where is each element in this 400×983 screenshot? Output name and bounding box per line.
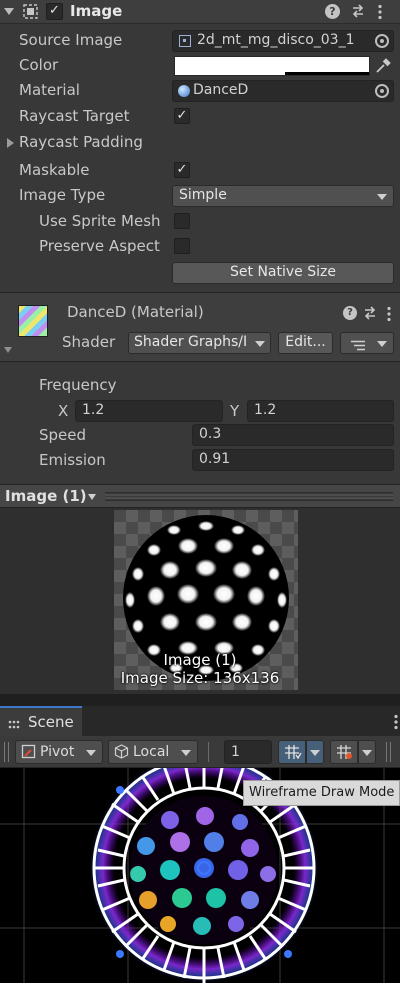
help-icon[interactable]: ?: [343, 306, 357, 320]
preview-drag-handle[interactable]: [105, 492, 393, 501]
shader-dropdown[interactable]: Shader Graphs/I: [128, 332, 271, 354]
local-label: Local: [133, 744, 170, 760]
toolbar-separator: [208, 742, 209, 762]
material-label: Material: [19, 81, 80, 99]
material-properties: Frequency X 1.2 Y 1.2 Speed 0.3 Emission…: [0, 362, 400, 484]
raycast-target-checkbox[interactable]: ✓: [174, 108, 190, 124]
maskable-checkbox[interactable]: ✓: [174, 162, 190, 178]
source-image-value: 2d_mt_mg_disco_03_1: [197, 32, 355, 48]
shader-value: Shader Graphs/I: [134, 334, 248, 350]
hamburger-icon: [8, 718, 20, 729]
maskable-label: Maskable: [19, 161, 90, 179]
chevron-down-icon: [255, 341, 265, 347]
kebab-menu-icon[interactable]: [387, 306, 391, 322]
chevron-down-icon: [86, 750, 96, 756]
image-type-label: Image Type: [19, 186, 106, 204]
preview-caption-size: Image Size: 136x136: [120, 669, 280, 687]
scene-tab-bar: Scene: [0, 706, 400, 736]
snap-increment-field[interactable]: 1: [224, 740, 272, 764]
increment-snap-toggle[interactable]: [330, 740, 358, 764]
chevron-down-icon: [362, 750, 372, 756]
chevron-down-icon: [310, 750, 320, 756]
pivot-icon: [21, 744, 36, 759]
color-label: Color: [19, 56, 59, 74]
chevron-down-icon[interactable]: [88, 494, 96, 500]
use-sprite-mesh-checkbox[interactable]: [174, 213, 190, 229]
panel-splitter[interactable]: [0, 694, 400, 706]
image-type-dropdown[interactable]: Simple: [172, 185, 394, 207]
kebab-menu-icon[interactable]: [378, 4, 382, 20]
grid-snap-icon: [284, 744, 302, 760]
foldout-arrow-icon[interactable]: [4, 8, 14, 15]
toolbar-grip: [4, 742, 9, 762]
edit-shader-button[interactable]: Edit...: [278, 332, 333, 354]
emission-field[interactable]: 0.91: [192, 449, 394, 471]
preview-title[interactable]: Image (1): [5, 487, 87, 505]
rect-transform-icon: [22, 3, 39, 20]
preview-caption-name: Image (1): [163, 651, 237, 669]
preview-header[interactable]: Image (1): [0, 484, 400, 508]
foldout-arrow-icon[interactable]: [4, 347, 12, 353]
shader-label: Shader: [62, 333, 116, 351]
set-native-size-button[interactable]: Set Native Size: [172, 262, 394, 284]
preset-icon[interactable]: [362, 305, 378, 321]
local-dropdown[interactable]: Local: [108, 740, 198, 764]
sprite-icon: [179, 35, 191, 47]
local-icon: [114, 744, 129, 759]
image-preview: Image (1) Image Size: 136x136: [0, 508, 400, 694]
scene-toolbar: Pivot Local 1: [0, 736, 400, 768]
kebab-menu-icon[interactable]: [394, 714, 398, 730]
tooltip: Wireframe Draw Mode: [243, 780, 400, 806]
material-header[interactable]: DanceD (Material) ? Shader Shader Graphs…: [0, 292, 400, 362]
shader-list-icon: [351, 338, 365, 351]
chevron-down-icon: [377, 341, 387, 347]
preset-icon[interactable]: [350, 3, 366, 19]
toolbar-separator: [386, 742, 391, 762]
material-icon: [178, 85, 190, 97]
chevron-down-icon: [181, 750, 191, 756]
material-title: DanceD (Material): [67, 303, 204, 321]
frequency-x-label[interactable]: X: [58, 402, 68, 420]
object-picker-icon[interactable]: [375, 84, 389, 98]
eyedropper-icon[interactable]: [374, 57, 392, 75]
pivot-label: Pivot: [40, 744, 75, 760]
component-enabled-checkbox[interactable]: ✓: [46, 3, 63, 20]
image-component-header[interactable]: ✓ Image ?: [0, 0, 400, 24]
object-picker-icon[interactable]: [375, 34, 389, 48]
color-swatch[interactable]: [174, 56, 370, 76]
raycast-target-label: Raycast Target: [19, 107, 130, 125]
help-icon[interactable]: ?: [325, 4, 340, 19]
alpha-bar: [285, 72, 369, 75]
grid-snap-toggle[interactable]: [278, 740, 306, 764]
source-image-label: Source Image: [19, 31, 123, 49]
foldout-arrow-icon[interactable]: [7, 138, 14, 148]
increment-snap-dropdown[interactable]: [358, 740, 376, 764]
scene-tab-label: Scene: [28, 713, 74, 731]
increment-snap-icon: [336, 744, 354, 760]
frequency-label: Frequency: [39, 376, 117, 394]
material-thumbnail: [18, 305, 48, 337]
emission-label: Emission: [39, 451, 106, 469]
raycast-padding-label[interactable]: Raycast Padding: [19, 133, 143, 151]
speed-label: Speed: [39, 426, 87, 444]
image-type-value: Simple: [179, 187, 227, 203]
material-value: DanceD: [193, 82, 249, 98]
speed-field[interactable]: 0.3: [192, 424, 394, 446]
tab-scene[interactable]: Scene: [0, 706, 82, 736]
chevron-down-icon: [377, 194, 387, 200]
preserve-aspect-label: Preserve Aspect: [39, 237, 160, 255]
preserve-aspect-checkbox[interactable]: [174, 238, 190, 254]
frequency-x-field[interactable]: 1.2: [75, 400, 223, 422]
image-inspector-body: Source Image 2d_mt_mg_disco_03_1 Color M…: [0, 24, 400, 290]
source-image-field[interactable]: 2d_mt_mg_disco_03_1: [172, 30, 394, 52]
frequency-y-label[interactable]: Y: [230, 402, 239, 420]
material-field[interactable]: DanceD: [172, 80, 394, 102]
component-title: Image: [70, 2, 123, 20]
pivot-dropdown[interactable]: Pivot: [15, 740, 103, 764]
frequency-y-field[interactable]: 1.2: [247, 400, 394, 422]
use-sprite-mesh-label: Use Sprite Mesh: [39, 212, 161, 230]
shader-options-dropdown[interactable]: [340, 332, 394, 354]
grid-snap-dropdown[interactable]: [306, 740, 324, 764]
